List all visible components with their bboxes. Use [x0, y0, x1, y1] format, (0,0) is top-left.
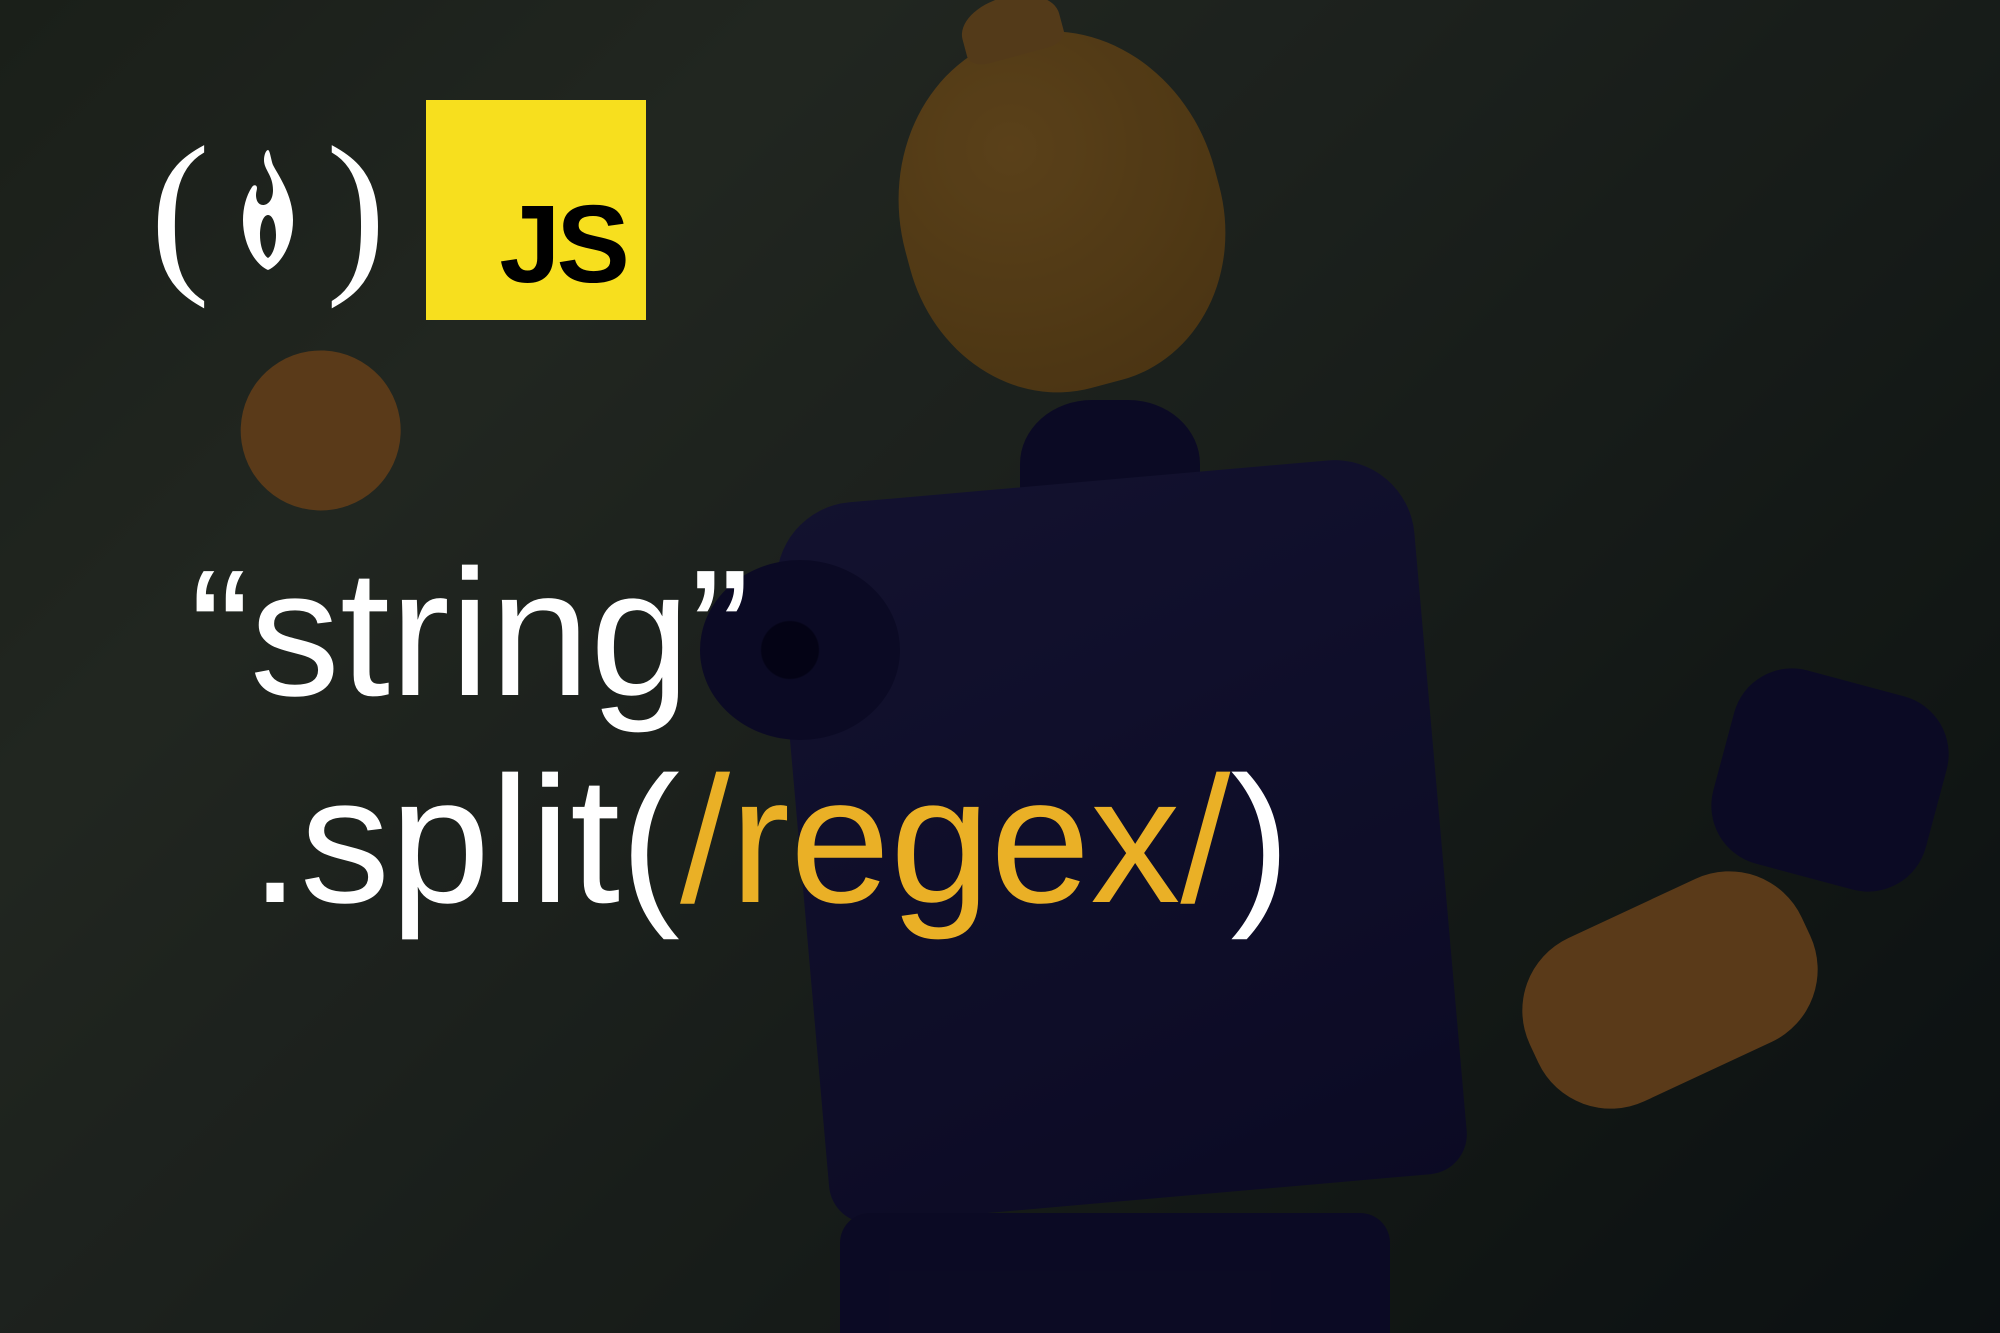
freecodecamp-logo: ( ) [150, 120, 386, 300]
code-split-prefix: .split( [250, 740, 680, 941]
foreground-content: ( ) JS “string” .split(/regex/) [0, 0, 2000, 1333]
code-snippet: “string” .split(/regex/) [190, 530, 1290, 944]
code-line-1: “string” [190, 530, 1290, 737]
fcc-paren-right: ) [326, 120, 386, 300]
code-regex-literal: /regex/ [680, 740, 1230, 941]
js-label: JS [499, 181, 626, 308]
logo-row: ( ) JS [150, 100, 646, 320]
code-line-2: .split(/regex/) [250, 737, 1290, 944]
code-split-suffix: ) [1230, 740, 1290, 941]
flame-icon [218, 140, 318, 280]
javascript-logo: JS [426, 100, 646, 320]
thumbnail-canvas: ( ) JS “string” .split(/regex/) [0, 0, 2000, 1333]
fcc-paren-left: ( [150, 120, 210, 300]
